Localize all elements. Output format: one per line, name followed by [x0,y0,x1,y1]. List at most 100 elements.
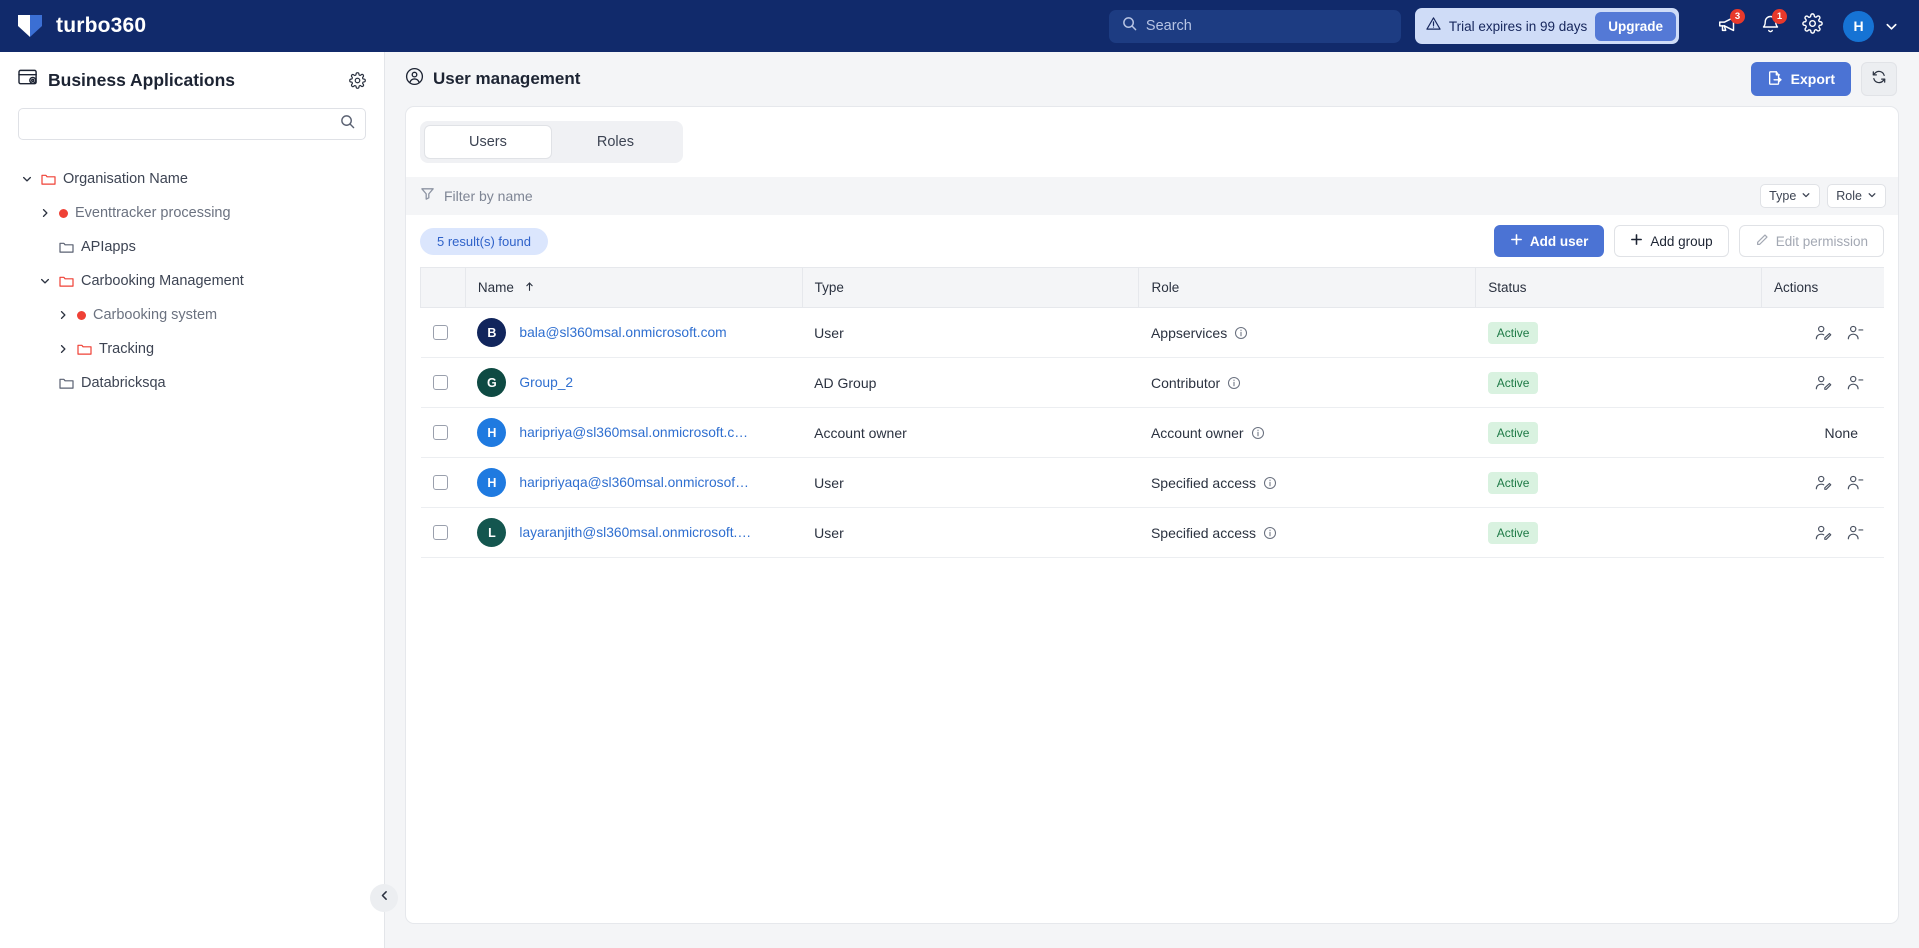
info-icon[interactable] [1251,426,1265,440]
role-filter-label: Role [1836,189,1862,203]
settings-button[interactable] [1791,6,1833,46]
info-icon[interactable] [1263,476,1277,490]
avatar: L [477,518,507,547]
filter-by-name-field[interactable]: Filter by name [420,186,1760,206]
status-badge: Active [1487,471,1539,494]
tree-item-eventtracker-processing[interactable]: Eventtracker processing [18,196,366,230]
main-content: User management Export Users Roles Filte… [385,52,1919,948]
column-header-type[interactable]: Type [802,267,1140,308]
column-header-name[interactable]: Name [465,267,803,308]
tree-item-tracking[interactable]: Tracking [18,332,366,366]
edit-user-icon[interactable] [1814,524,1832,542]
folder-icon [77,343,92,356]
filter-row: Filter by name Type Role [406,177,1898,215]
row-checkbox[interactable] [432,425,448,440]
user-avatar[interactable]: H [1843,10,1874,42]
table-row: G Group_2 AD Group Contributor Active [420,357,1884,408]
info-icon[interactable] [1263,526,1277,540]
user-name-link[interactable]: bala@sl360msal.onmicrosoft.com [519,325,726,340]
status-cell: Active [1475,507,1762,558]
announcements-badge: 3 [1730,9,1745,24]
add-user-button[interactable]: Add user [1493,225,1605,257]
pencil-icon [1755,233,1769,250]
info-icon[interactable] [1234,326,1248,340]
export-button[interactable]: Export [1750,62,1851,96]
tab-group: Users Roles [420,121,683,163]
result-count-badge: 5 result(s) found [420,227,548,255]
row-select-cell [420,457,466,508]
user-name-link[interactable]: haripriyaqa@sl360msal.onmicrosof… [519,475,748,490]
name-cell: G Group_2 [465,357,803,408]
business-applications-icon [18,68,39,92]
top-right-group: Search Trial expires in 99 days Upgrade … [1108,6,1903,46]
avatar: G [477,368,507,397]
notifications-button[interactable]: 1 [1749,6,1791,46]
tree-item-apiapps[interactable]: APIapps [18,230,366,264]
chevron-down-icon[interactable] [38,275,52,287]
avatar: H [477,468,507,497]
remove-user-icon[interactable] [1846,474,1864,492]
role-filter-button[interactable]: Role [1827,184,1886,208]
status-cell: Active [1475,357,1762,408]
tree-item-databricksqa[interactable]: Databricksqa [18,366,366,400]
tree-item-label: APIapps [81,239,136,255]
tree-item-carbooking-system[interactable]: Carbooking system [18,298,366,332]
chevron-right-icon[interactable] [38,207,52,219]
column-header-status[interactable]: Status [1475,267,1762,308]
tree-item-organisation-name[interactable]: Organisation Name [18,162,366,196]
user-menu-chevron-down-icon[interactable] [1884,19,1899,34]
edit-permission-label: Edit permission [1775,233,1868,249]
row-checkbox[interactable] [432,525,448,540]
remove-user-icon[interactable] [1846,374,1864,392]
edit-user-icon[interactable] [1814,324,1832,342]
sidebar: Business Applications Organisation Name E… [0,52,398,948]
user-name-link[interactable]: Group_2 [519,375,573,390]
chevron-right-icon[interactable] [56,343,70,355]
row-checkbox[interactable] [432,375,448,390]
table-row: Hharipriya@sl360msal.onmicrosoft.c… Accou… [420,407,1884,458]
add-group-button[interactable]: Add group [1614,225,1729,257]
announcements-button[interactable]: 3 [1707,6,1749,46]
name-cell: Llayaranjith@sl360msal.onmicrosoft.… [465,507,803,558]
folder-icon [41,173,56,186]
select-all-header [420,267,466,308]
type-filter-label: Type [1769,189,1797,203]
tab-roles[interactable]: Roles [552,125,679,159]
info-icon[interactable] [1227,376,1241,390]
table-row: Bbala@sl360msal.onmicrosoft.com User Appse… [420,307,1884,358]
brand[interactable]: turbo360 [16,13,146,39]
user-management-card: Users Roles Filter by name Type Role 5 r… [405,106,1899,924]
sidebar-collapse-button[interactable] [370,884,398,912]
refresh-button[interactable] [1861,62,1897,96]
remove-user-icon[interactable] [1846,524,1864,542]
tree-item-label: Tracking [99,341,155,357]
sidebar-search[interactable] [18,108,366,140]
header-actions: Export [1750,62,1897,96]
brand-name: turbo360 [56,14,147,37]
edit-user-icon[interactable] [1814,374,1832,392]
chevron-down-icon[interactable] [20,173,34,185]
global-search-box[interactable]: Search [1108,9,1401,43]
remove-user-icon[interactable] [1846,324,1864,342]
sidebar-settings-gear-icon[interactable] [349,71,366,89]
edit-user-icon[interactable] [1814,474,1832,492]
actions-cell: None [1761,407,1884,458]
user-name-link[interactable]: haripriya@sl360msal.onmicrosoft.c… [519,425,748,440]
sidebar-search-input[interactable] [29,116,340,132]
sort-ascending-icon [524,280,535,295]
results-toolbar: 5 result(s) found Add user Add group Edi… [406,215,1898,267]
chevron-right-icon[interactable] [56,309,70,321]
table-row: Llayaranjith@sl360msal.onmicrosoft.… User… [420,507,1884,558]
upgrade-button[interactable]: Upgrade [1595,11,1676,41]
type-filter-button[interactable]: Type [1760,184,1821,208]
tree-item-carbooking-management[interactable]: Carbooking Management [18,264,366,298]
row-checkbox[interactable] [432,475,448,490]
column-header-role[interactable]: Role [1138,267,1477,308]
user-name-link[interactable]: layaranjith@sl360msal.onmicrosoft.… [519,525,751,540]
table-action-buttons: Add user Add group Edit permission [1493,225,1884,257]
status-dot-icon [77,310,86,320]
refresh-icon [1871,69,1887,90]
row-checkbox[interactable] [432,325,448,340]
tab-users[interactable]: Users [424,125,552,159]
edit-permission-button[interactable]: Edit permission [1738,225,1884,257]
